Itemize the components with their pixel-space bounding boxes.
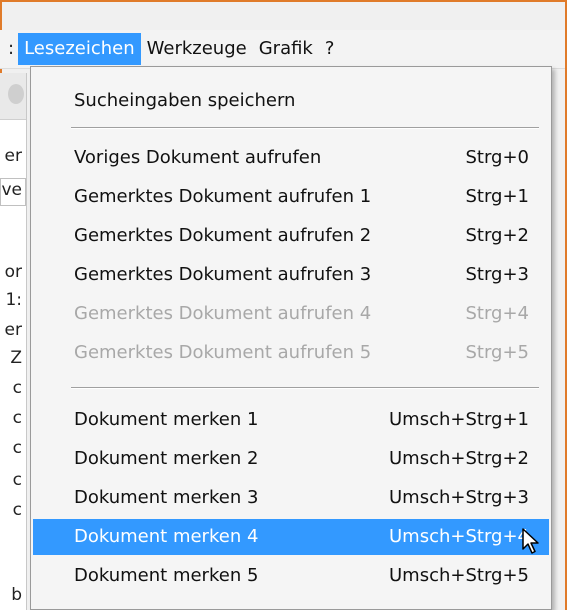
background-text-fragment: er bbox=[4, 146, 22, 166]
menu-item-shortcut: Umsch+Strg+4 bbox=[388, 526, 529, 547]
menu-item-set-bookmark-5[interactable]: Dokument merken 5 Umsch+Strg+5 bbox=[33, 558, 549, 594]
menu-grafik[interactable]: Grafik bbox=[253, 33, 319, 65]
background-text-fragment: 1: bbox=[5, 290, 22, 310]
menu-item-label: Dokument merken 1 bbox=[74, 409, 259, 430]
menu-item-label: Dokument merken 4 bbox=[74, 526, 259, 547]
toolbar-button-icon bbox=[8, 84, 24, 104]
background-text-fragment: ve bbox=[1, 180, 22, 200]
menu-werkzeuge[interactable]: Werkzeuge bbox=[141, 33, 253, 65]
background-text-fragment: c bbox=[12, 500, 22, 520]
background-text-fragment: Z bbox=[10, 348, 22, 368]
menu-item-save-search[interactable]: Sucheingaben speichern bbox=[33, 83, 549, 119]
menu-item-label: Gemerktes Dokument aufrufen 5 bbox=[74, 342, 372, 363]
background-text-fragment: c bbox=[12, 470, 22, 490]
menu-item-label: Dokument merken 5 bbox=[74, 565, 259, 586]
menu-item-shortcut: Strg+4 bbox=[465, 303, 529, 324]
menu-item-shortcut: Umsch+Strg+2 bbox=[388, 448, 529, 469]
menu-separator bbox=[71, 127, 539, 129]
menu-item-label: Gemerktes Dokument aufrufen 1 bbox=[74, 186, 372, 207]
menu-item-open-bookmark-5: Gemerktes Dokument aufrufen 5 Strg+5 bbox=[33, 335, 549, 371]
menu-item-shortcut: Umsch+Strg+3 bbox=[388, 487, 529, 508]
background-text-fragment: b bbox=[11, 585, 22, 605]
menu-item-set-bookmark-4[interactable]: Dokument merken 4 Umsch+Strg+4 bbox=[33, 519, 549, 555]
menu-lesezeichen[interactable]: Lesezeichen bbox=[18, 33, 141, 65]
menu-item-open-bookmark-1[interactable]: Gemerktes Dokument aufrufen 1 Strg+1 bbox=[33, 179, 549, 215]
menu-item-label: Gemerktes Dokument aufrufen 3 bbox=[74, 264, 372, 285]
arrow-cursor-icon bbox=[522, 528, 539, 554]
menu-help[interactable]: ? bbox=[319, 33, 341, 65]
menu-item-shortcut: Strg+0 bbox=[465, 147, 529, 168]
menu-item-previous-document[interactable]: Voriges Dokument aufrufen Strg+0 bbox=[33, 140, 549, 176]
menu-item-open-bookmark-3[interactable]: Gemerktes Dokument aufrufen 3 Strg+3 bbox=[33, 257, 549, 293]
background-text-fragment: er bbox=[4, 320, 22, 340]
background-text-fragment: c bbox=[12, 438, 22, 458]
menu-item-open-bookmark-2[interactable]: Gemerktes Dokument aufrufen 2 Strg+2 bbox=[33, 218, 549, 254]
menu-item-set-bookmark-3[interactable]: Dokument merken 3 Umsch+Strg+3 bbox=[33, 480, 549, 516]
menu-item-label: Dokument merken 3 bbox=[74, 487, 259, 508]
menu-item-label: Voriges Dokument aufrufen bbox=[74, 147, 322, 168]
menu-item-shortcut: Umsch+Strg+5 bbox=[388, 565, 529, 586]
menu-item-label: Dokument merken 2 bbox=[74, 448, 259, 469]
lesezeichen-dropdown: Sucheingaben speichern Voriges Dokument … bbox=[30, 66, 552, 610]
menu-item-set-bookmark-1[interactable]: Dokument merken 1 Umsch+Strg+1 bbox=[33, 402, 549, 438]
background-text-fragment: or bbox=[4, 262, 22, 282]
background-text-fragment: c bbox=[12, 378, 22, 398]
menu-item-shortcut: Strg+5 bbox=[465, 342, 529, 363]
menu-item-label: Gemerktes Dokument aufrufen 2 bbox=[74, 225, 372, 246]
menu-item-label: Gemerktes Dokument aufrufen 4 bbox=[74, 303, 372, 324]
menu-bar: : Lesezeichen Werkzeuge Grafik ? bbox=[0, 30, 565, 69]
menu-item-set-bookmark-2[interactable]: Dokument merken 2 Umsch+Strg+2 bbox=[33, 441, 549, 477]
menu-item-shortcut: Umsch+Strg+1 bbox=[388, 409, 529, 430]
menu-item-shortcut: Strg+2 bbox=[465, 225, 529, 246]
menu-previous-item-partial[interactable]: : bbox=[0, 33, 18, 65]
menu-item-shortcut: Strg+1 bbox=[465, 186, 529, 207]
menu-item-label: Sucheingaben speichern bbox=[74, 90, 296, 111]
background-text-fragment: c bbox=[12, 408, 22, 428]
menu-item-open-bookmark-4: Gemerktes Dokument aufrufen 4 Strg+4 bbox=[33, 296, 549, 332]
menu-separator bbox=[71, 387, 539, 389]
menu-item-shortcut: Strg+3 bbox=[465, 264, 529, 285]
